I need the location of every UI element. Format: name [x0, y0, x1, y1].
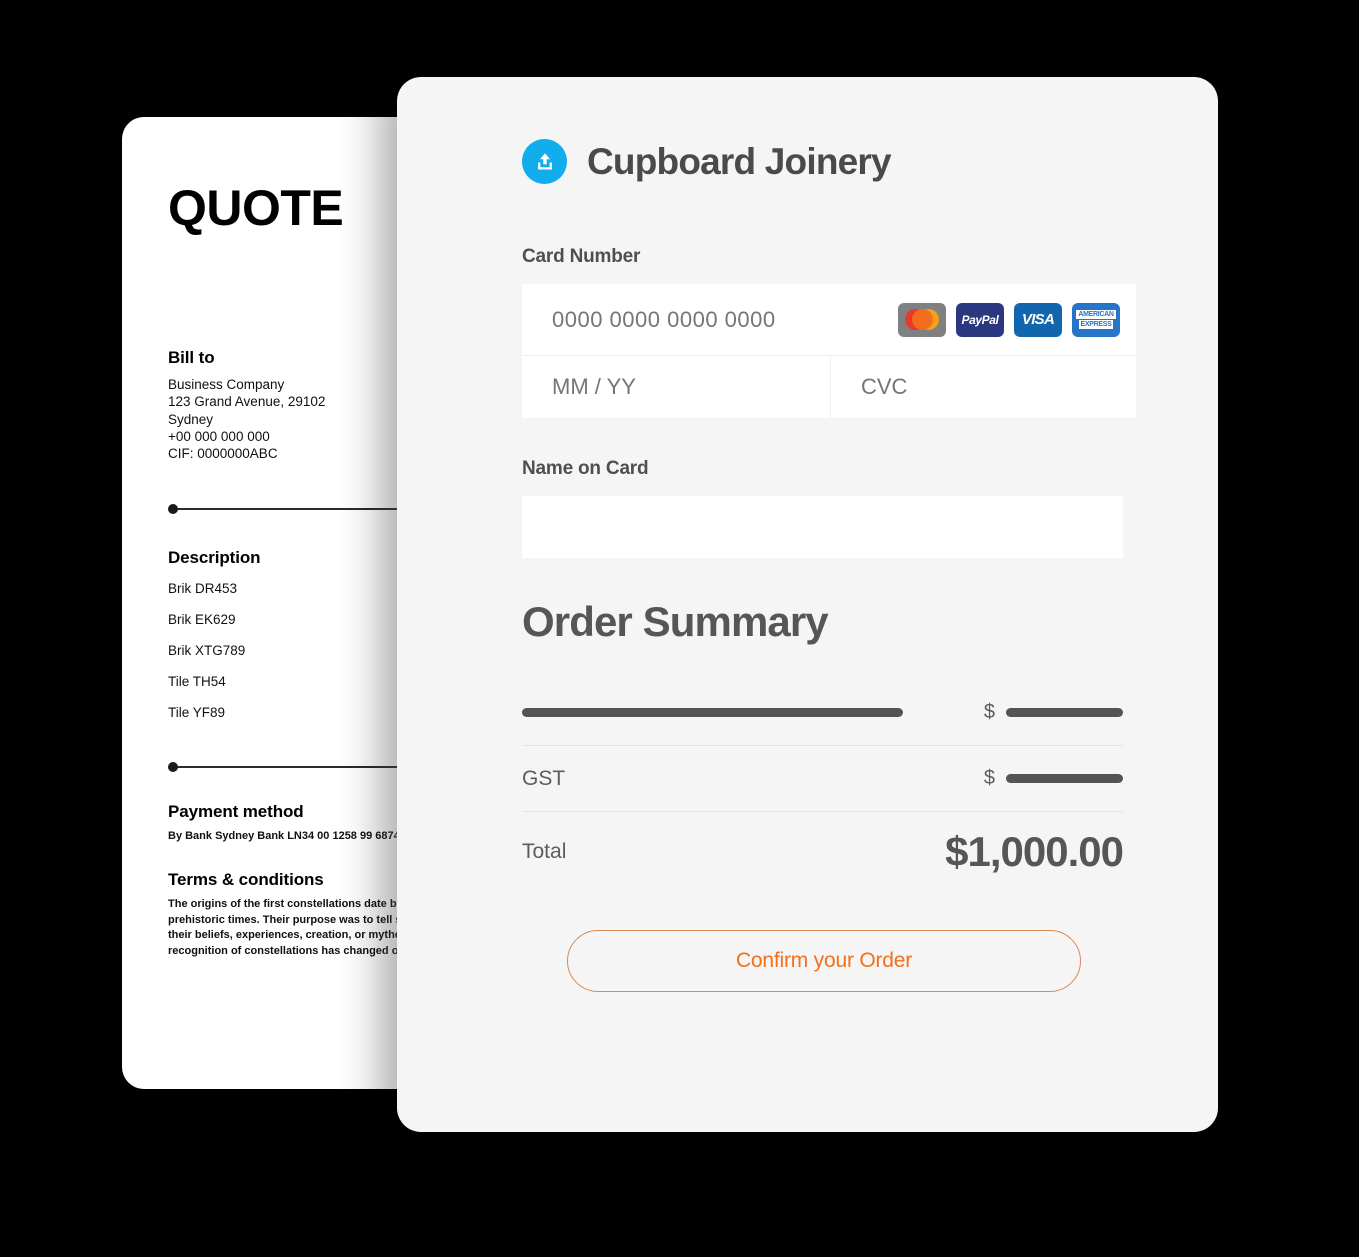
- cvc-input[interactable]: [861, 374, 1136, 400]
- visa-icon: VISA: [1014, 302, 1062, 337]
- amex-line-top: AMERICAN: [1076, 310, 1116, 319]
- total-label: Total: [522, 840, 567, 863]
- amex-wordmark: AMERICAN EXPRESS: [1076, 310, 1116, 329]
- page-root: QUOTE Bill to Business Company 123 Grand…: [0, 0, 1359, 1257]
- redacted-value-bar: [1006, 708, 1123, 717]
- order-summary-title: Order Summary: [522, 598, 829, 645]
- total-amount: $1,000.00: [945, 828, 1124, 875]
- divider-dot: [168, 504, 178, 515]
- currency-symbol: $: [983, 701, 995, 723]
- summary-row: $: [522, 680, 1123, 746]
- expiry-cvc-row: [522, 356, 1136, 418]
- brand-name: Cupboard Joinery: [587, 140, 892, 182]
- mastercard-icon: [898, 302, 946, 337]
- card-fields-group: PayPal VISA AMERICAN EXPRESS: [522, 284, 1136, 418]
- divider-dot: [168, 762, 178, 773]
- card-number-row: PayPal VISA AMERICAN EXPRESS: [522, 284, 1136, 356]
- name-on-card-label: Name on Card: [522, 458, 649, 479]
- mastercard-glyph: [905, 309, 939, 330]
- paypal-wordmark: PayPal: [961, 312, 999, 327]
- confirm-order-button[interactable]: Confirm your Order: [567, 930, 1081, 992]
- summary-total-row: Total $1,000.00: [522, 812, 1124, 892]
- brand-header: Cupboard Joinery: [522, 139, 1134, 184]
- visa-wordmark: VISA: [1021, 311, 1055, 328]
- summary-row: GST $: [522, 746, 1123, 812]
- name-on-card-field[interactable]: [522, 496, 1123, 558]
- summary-row-value: $: [984, 701, 1123, 724]
- name-on-card-input[interactable]: [522, 496, 1123, 558]
- cvc-field[interactable]: [831, 356, 1136, 418]
- currency-symbol: $: [983, 767, 995, 789]
- expiry-input[interactable]: [552, 374, 830, 400]
- amex-line-bottom: EXPRESS: [1078, 320, 1114, 329]
- summary-row-value: $: [984, 767, 1123, 790]
- card-number-label: Card Number: [522, 246, 641, 267]
- amex-icon: AMERICAN EXPRESS: [1072, 302, 1120, 337]
- upload-icon: [522, 139, 567, 184]
- card-number-input[interactable]: [552, 306, 898, 333]
- summary-row-label: GST: [522, 766, 566, 790]
- expiry-field[interactable]: [522, 356, 831, 418]
- redacted-value-bar: [1006, 774, 1123, 783]
- summary-row-label: [522, 708, 984, 717]
- accepted-card-brands: PayPal VISA AMERICAN EXPRESS: [898, 302, 1120, 337]
- checkout-card: Cupboard Joinery Card Number PayPal: [397, 77, 1218, 1132]
- paypal-icon: PayPal: [956, 302, 1004, 337]
- order-summary-rows: $ GST $ Total $1,000.00: [522, 680, 1124, 892]
- redacted-label-bar: [522, 708, 903, 717]
